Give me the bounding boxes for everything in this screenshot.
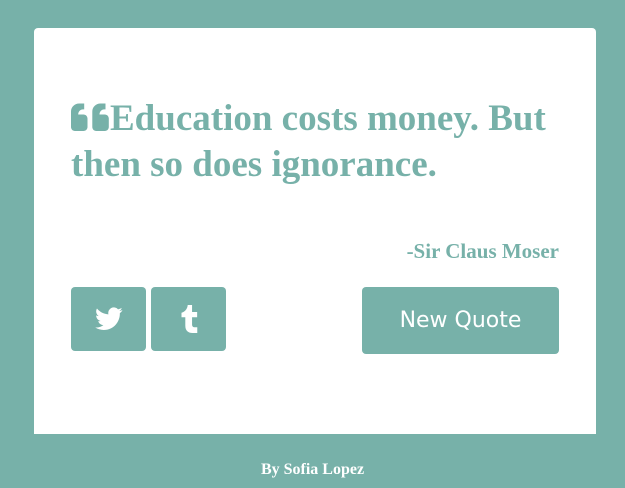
new-quote-button[interactable]: New Quote bbox=[362, 287, 559, 354]
tumblr-icon bbox=[180, 305, 198, 333]
quote-author: -Sir Claus Moser bbox=[406, 239, 559, 263]
quote-text: Education costs money. But then so does … bbox=[71, 98, 546, 185]
tweet-quote-button[interactable] bbox=[71, 287, 146, 351]
twitter-icon bbox=[94, 307, 123, 331]
quote-box: Education costs money. But then so does … bbox=[34, 28, 596, 434]
author-credit: By Sofia Lopez bbox=[260, 461, 365, 478]
tumblr-quote-button[interactable] bbox=[151, 287, 226, 351]
